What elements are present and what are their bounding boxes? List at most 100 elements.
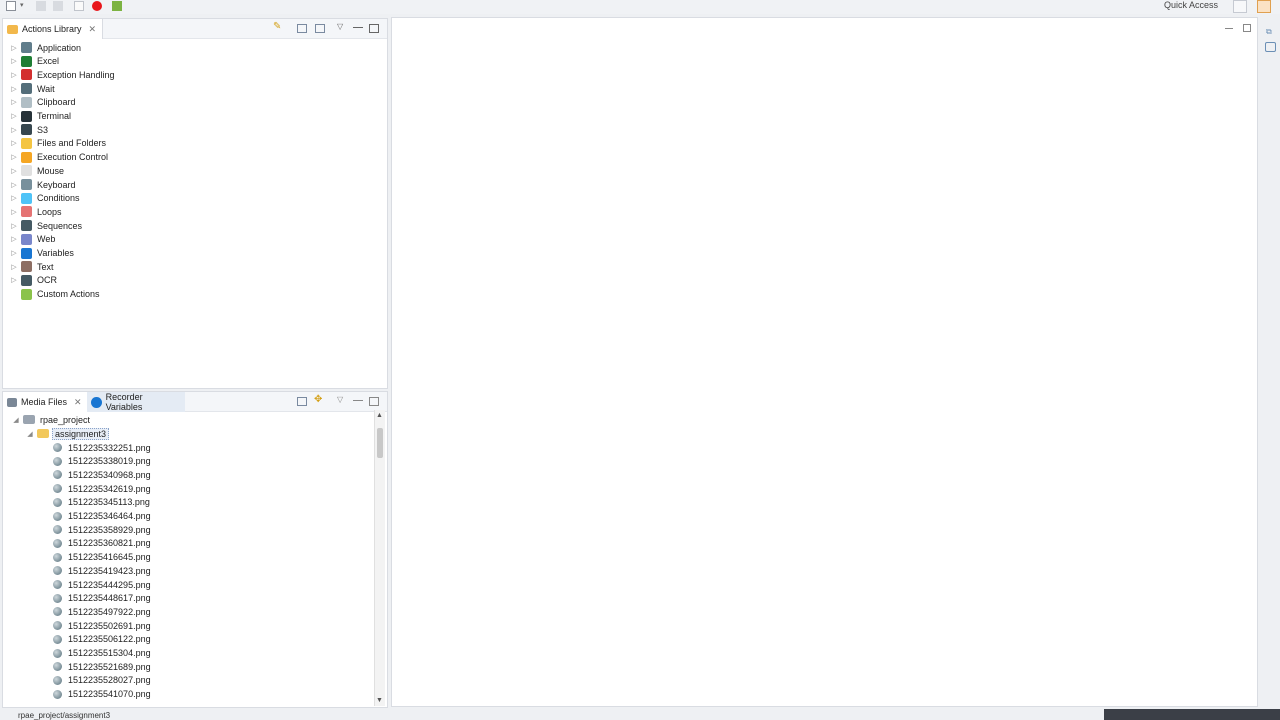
status-path: rpae_project/assignment3	[18, 711, 111, 720]
chevron-down-icon[interactable]: ▾	[20, 1, 26, 11]
tab-media-files[interactable]: Media Files ✕	[3, 392, 89, 412]
media-file-item[interactable]: 1512235444295.png	[53, 578, 151, 591]
collapsed-arrow-icon[interactable]: ▷	[9, 276, 19, 284]
collapsed-arrow-icon[interactable]: ▷	[9, 249, 19, 257]
scroll-down-icon[interactable]: ▼	[376, 697, 383, 704]
collapsed-arrow-icon[interactable]: ▷	[9, 44, 19, 52]
record-icon[interactable]	[92, 1, 102, 11]
expanded-arrow-icon[interactable]: ◢	[11, 416, 21, 424]
collapsed-arrow-icon[interactable]: ▷	[9, 139, 19, 147]
collapsed-arrow-icon[interactable]: ▷	[9, 208, 19, 216]
media-file-item[interactable]: 1512235340968.png	[53, 468, 151, 481]
actions-item[interactable]: ▷ S3	[9, 123, 48, 136]
actions-item[interactable]: ▷ Wait	[9, 82, 55, 95]
new-icon[interactable]	[6, 1, 16, 11]
media-file-item[interactable]: 1512235338019.png	[53, 455, 151, 468]
actions-item[interactable]: ▷ Mouse	[9, 164, 64, 177]
media-file-item[interactable]: 1512235360821.png	[53, 537, 151, 550]
actions-item[interactable]: ▷ Text	[9, 260, 54, 273]
collapsed-arrow-icon[interactable]: ▷	[9, 167, 19, 175]
collapsed-arrow-icon[interactable]: ▷	[9, 181, 19, 189]
collapse-all-icon[interactable]	[297, 397, 307, 406]
minimize-icon[interactable]	[1225, 28, 1233, 29]
collapsed-arrow-icon[interactable]: ▷	[9, 112, 19, 120]
actions-item[interactable]: ▷ Clipboard	[9, 96, 76, 109]
media-file-item[interactable]: 1512235345113.png	[53, 496, 150, 509]
scroll-up-icon[interactable]: ▲	[376, 412, 383, 419]
media-file-item[interactable]: 1512235419423.png	[53, 564, 151, 577]
collapsed-arrow-icon[interactable]: ▷	[9, 85, 19, 93]
media-file-item[interactable]: 1512235448617.png	[53, 592, 151, 605]
perspective-icon[interactable]	[1257, 0, 1271, 13]
actions-item[interactable]: ▷ Variables	[9, 247, 74, 260]
media-file-item[interactable]: 1512235342619.png	[53, 482, 151, 495]
tree-item-folder[interactable]: ◢ assignment3	[25, 427, 110, 440]
save-all-icon[interactable]	[53, 1, 63, 11]
media-file-item[interactable]: 1512235497922.png	[53, 605, 151, 618]
scroll-thumb[interactable]	[377, 428, 383, 458]
keyboard-icon	[21, 179, 32, 190]
collapsed-arrow-icon[interactable]: ▷	[9, 98, 19, 106]
expanded-arrow-icon[interactable]: ◢	[25, 430, 35, 438]
actions-item[interactable]: ▷ Conditions	[9, 192, 80, 205]
media-file-item[interactable]: 1512235358929.png	[53, 523, 151, 536]
actions-item[interactable]: ▷ Excel	[9, 55, 59, 68]
tree-item-project[interactable]: ◢ rpae_project	[11, 413, 90, 426]
minimize-icon[interactable]	[353, 27, 363, 28]
actions-item[interactable]: ▷ Loops	[9, 205, 62, 218]
actions-item[interactable]: ▷ OCR	[9, 274, 57, 287]
actions-item[interactable]: ▷ Sequences	[9, 219, 82, 232]
media-file-item[interactable]: 1512235528027.png	[53, 674, 151, 687]
collapse-all-icon[interactable]	[315, 24, 325, 33]
actions-item[interactable]: Custom Actions	[9, 288, 100, 301]
save-icon[interactable]	[36, 1, 46, 11]
editor-area[interactable]	[391, 17, 1258, 707]
restore-icon[interactable]: ⧉	[1266, 27, 1272, 37]
actions-item[interactable]: ▷ Exception Handling	[9, 68, 115, 81]
collapsed-arrow-icon[interactable]: ▷	[9, 222, 19, 230]
collapsed-arrow-icon[interactable]: ▷	[9, 235, 19, 243]
actions-item[interactable]: ▷ Execution Control	[9, 151, 108, 164]
expand-all-icon[interactable]	[297, 24, 307, 33]
actions-item[interactable]: ▷ Keyboard	[9, 178, 76, 191]
maximize-icon[interactable]	[369, 397, 379, 406]
close-icon[interactable]: ✕	[74, 397, 82, 408]
minimize-icon[interactable]	[353, 400, 363, 401]
tab-actions-library[interactable]: Actions Library ✕	[3, 19, 104, 39]
collapsed-arrow-icon[interactable]: ▷	[9, 57, 19, 65]
link-icon[interactable]: ✥	[314, 394, 324, 405]
folder-icon	[37, 429, 49, 438]
collapsed-arrow-icon[interactable]: ▷	[9, 263, 19, 271]
actions-item[interactable]: ▷ Application	[9, 41, 81, 54]
media-file-item[interactable]: 1512235515304.png	[53, 647, 151, 660]
actions-item[interactable]: ▷ Web	[9, 233, 55, 246]
media-file-item[interactable]: 1512235541070.png	[53, 688, 151, 701]
properties-icon[interactable]	[1265, 42, 1276, 52]
media-file-item[interactable]: 1512235332251.png	[53, 441, 151, 454]
image-file-icon	[53, 525, 62, 535]
close-icon[interactable]: ✕	[89, 24, 97, 35]
media-scrollbar[interactable]: ▲ ▼	[374, 410, 385, 706]
media-file-item[interactable]: 1512235416645.png	[53, 551, 151, 564]
actions-item[interactable]: ▷ Files and Folders	[9, 137, 106, 150]
terminal-icon	[21, 110, 32, 122]
collapsed-arrow-icon[interactable]: ▷	[9, 153, 19, 161]
media-file-item[interactable]: 1512235502691.png	[53, 619, 151, 632]
pin-icon[interactable]: ✎	[273, 21, 283, 32]
actions-item[interactable]: ▷ Terminal	[9, 110, 71, 123]
maximize-icon[interactable]	[1243, 24, 1251, 32]
media-file-item[interactable]: 1512235521689.png	[53, 660, 151, 673]
quick-access-field[interactable]: Quick Access	[1164, 0, 1218, 10]
collapsed-arrow-icon[interactable]: ▷	[9, 71, 19, 79]
view-menu-icon[interactable]: ▽	[337, 22, 347, 31]
tab-recorder-variables[interactable]: Recorder Variables	[87, 392, 185, 412]
view-menu-icon[interactable]: ▽	[337, 395, 347, 404]
media-file-item[interactable]: 1512235346464.png	[53, 510, 151, 523]
document-icon[interactable]	[74, 1, 84, 11]
run-icon[interactable]	[112, 1, 122, 11]
collapsed-arrow-icon[interactable]: ▷	[9, 126, 19, 134]
media-file-item[interactable]: 1512235506122.png	[53, 633, 151, 646]
collapsed-arrow-icon[interactable]: ▷	[9, 194, 19, 202]
perspective-open-icon[interactable]	[1233, 0, 1247, 13]
maximize-icon[interactable]	[369, 24, 379, 33]
